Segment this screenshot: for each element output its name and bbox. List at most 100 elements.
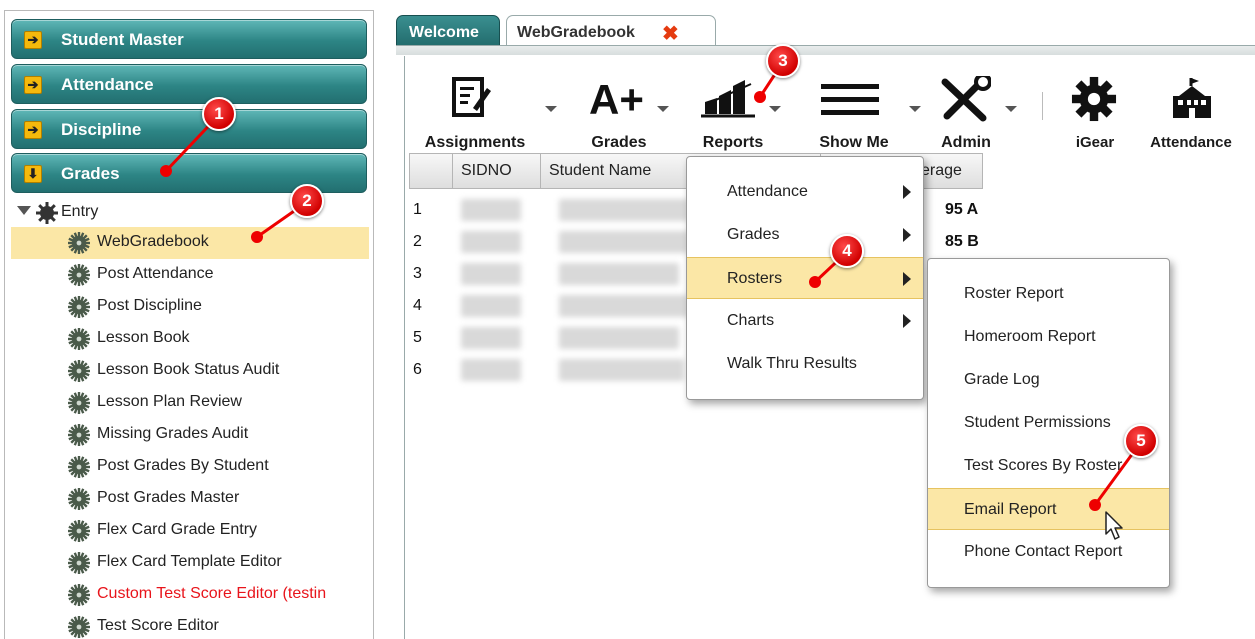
menu-item-label: Student Permissions: [964, 414, 1111, 431]
step-pointer-dot: [251, 231, 263, 243]
row-number: 4: [413, 297, 422, 314]
gear-icon: [68, 456, 90, 478]
show-me-button[interactable]: Show Me: [809, 68, 921, 154]
tree-item[interactable]: Test Score Editor: [5, 611, 373, 639]
step-pointer-dot: [160, 165, 172, 177]
step-marker-1: 1: [202, 97, 236, 131]
chevron-down-icon[interactable]: [909, 106, 921, 112]
module-attendance[interactable]: ➔ Attendance: [11, 64, 367, 104]
menu-item-label: Walk Thru Results: [727, 355, 857, 372]
tree-item[interactable]: Custom Test Score Editor (testin: [5, 579, 373, 611]
module-discipline[interactable]: ➔ Discipline: [11, 109, 367, 149]
menu-item[interactable]: Phone Contact Report: [928, 531, 1169, 573]
menu-item[interactable]: Walk Thru Results: [687, 343, 923, 385]
toolbar-label: Show Me: [819, 134, 889, 151]
tree-item[interactable]: Post Grades By Student: [5, 451, 373, 483]
menu-item-label: Test Scores By Roster: [964, 457, 1123, 474]
toolbar-label: Attendance: [1150, 134, 1232, 151]
step-marker-2: 2: [290, 184, 324, 218]
reports-button[interactable]: Reports: [683, 68, 783, 154]
gear-icon: [68, 264, 90, 286]
step-pointer-dot: [754, 91, 766, 103]
gear-icon: [68, 392, 90, 414]
arrow-right-icon: ➔: [24, 31, 42, 49]
gear-icon: [68, 488, 90, 510]
module-student-master[interactable]: ➔ Student Master: [11, 19, 367, 59]
menu-item[interactable]: Grade Log: [928, 359, 1169, 401]
chevron-down-icon[interactable]: [769, 106, 781, 112]
step-pointer-dot: [1089, 499, 1101, 511]
redacted-student-name: [559, 199, 689, 221]
redacted-sidno: [461, 359, 521, 381]
redacted-student-name: [559, 295, 689, 317]
menu-item[interactable]: Grades: [687, 214, 923, 256]
redacted-student-name: [559, 359, 684, 381]
tree-item[interactable]: Lesson Book: [5, 323, 373, 355]
toolbar-label: iGear: [1075, 134, 1115, 151]
tree-item-label: Flex Card Template Editor: [97, 553, 282, 570]
tree-item-label: Missing Grades Audit: [97, 425, 249, 442]
tab-label: Welcome: [409, 24, 479, 41]
tree-item[interactable]: Post Attendance: [5, 259, 373, 291]
assignments-button[interactable]: Assignments: [411, 68, 557, 154]
tree-item-label: Lesson Book Status Audit: [97, 361, 280, 378]
tree-item-label: Custom Test Score Editor (testin: [97, 585, 327, 602]
tree-item-label: Post Discipline: [97, 297, 202, 314]
row-number: 6: [413, 361, 422, 378]
menu-item[interactable]: Homeroom Report: [928, 316, 1169, 358]
attendance-button[interactable]: Attendance: [1135, 68, 1247, 154]
admin-button[interactable]: Admin: [931, 68, 1017, 154]
gear-icon: [68, 328, 90, 350]
tree-item[interactable]: Flex Card Grade Entry: [5, 515, 373, 547]
rosters-submenu: Roster Report Homeroom Report Grade Log Stu…: [927, 258, 1170, 588]
submenu-arrow-icon: [903, 272, 911, 286]
igear-button[interactable]: iGear: [1057, 68, 1133, 154]
menu-item-label: Charts: [727, 312, 775, 329]
chevron-down-icon[interactable]: [657, 106, 669, 112]
chevron-down-icon[interactable]: [1005, 106, 1017, 112]
gear-icon: [68, 584, 90, 606]
menu-item[interactable]: Attendance: [687, 171, 923, 213]
toolbar-divider: [1042, 92, 1043, 120]
arrow-right-icon: ➔: [24, 121, 42, 139]
menu-item-label: Grades: [727, 226, 780, 243]
step-pointer-dot: [809, 276, 821, 288]
tree-item[interactable]: Flex Card Template Editor: [5, 547, 373, 579]
tree-item[interactable]: Post Discipline: [5, 291, 373, 323]
tree-item[interactable]: Lesson Plan Review: [5, 387, 373, 419]
row-number-header: [409, 153, 453, 189]
redacted-sidno: [461, 231, 521, 253]
menu-item-label: Phone Contact Report: [964, 543, 1123, 560]
folder-gear-icon: [36, 202, 58, 224]
tree-item-label: Post Grades Master: [97, 489, 240, 506]
row-number: 2: [413, 233, 422, 250]
tree-item[interactable]: Missing Grades Audit: [5, 419, 373, 451]
column-header-sidno[interactable]: SIDNO: [453, 153, 541, 189]
chevron-down-icon[interactable]: [545, 106, 557, 112]
column-header-label: erage: [921, 162, 962, 179]
gear-icon: [68, 616, 90, 638]
module-label: Discipline: [61, 120, 142, 139]
tree-item[interactable]: Post Grades Master: [5, 483, 373, 515]
grades-button[interactable]: A+ Grades: [569, 68, 669, 154]
tree-item-label: Post Attendance: [97, 265, 214, 282]
collapse-triangle-icon[interactable]: [17, 206, 31, 215]
menu-item[interactable]: Rosters: [687, 257, 923, 299]
gear-icon: [68, 552, 90, 574]
tree-item[interactable]: Lesson Book Status Audit: [5, 355, 373, 387]
tree-item-label: Lesson Plan Review: [97, 393, 242, 410]
toolbar-label: Grades: [591, 134, 647, 151]
reports-dropdown-menu: Attendance Grades Rosters Charts Walk Thru R…: [686, 156, 924, 400]
column-header-label: SIDNO: [461, 162, 512, 179]
menu-item[interactable]: Roster Report: [928, 273, 1169, 315]
close-tab-icon[interactable]: ✖: [662, 24, 679, 44]
gear-icon: [68, 360, 90, 382]
tree-item[interactable]: WebGradebook: [11, 227, 369, 259]
menu-item[interactable]: Charts: [687, 300, 923, 342]
menu-item[interactable]: Email Report: [928, 488, 1169, 530]
tab-label: WebGradebook: [517, 24, 635, 41]
toolbar-label: Assignments: [424, 134, 526, 151]
toolbar-label: Admin: [941, 134, 991, 151]
submenu-arrow-icon: [903, 185, 911, 199]
menu-item-label: Homeroom Report: [964, 328, 1096, 345]
